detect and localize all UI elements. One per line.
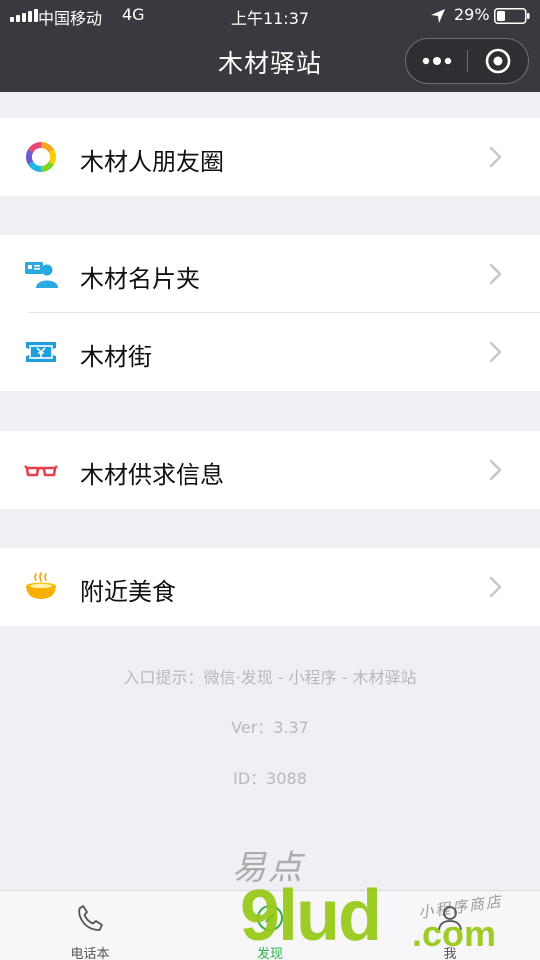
chevron-right-icon	[489, 263, 502, 285]
watermark-brand-cn: 易点	[232, 848, 304, 888]
chevron-right-icon	[489, 341, 502, 363]
tab-bar: 电话本 发现 我	[0, 890, 540, 960]
business-card-person-icon	[25, 262, 58, 288]
tab-discover[interactable]: 发现	[210, 891, 330, 960]
discover-compass-icon	[257, 905, 283, 931]
person-icon	[438, 906, 462, 931]
food-bowl-icon	[26, 572, 56, 599]
menu-item-label: 附近美食	[80, 578, 176, 606]
more-button[interactable]	[406, 39, 468, 83]
menu-item-label: 木材供求信息	[80, 461, 224, 489]
menu-item-supply-demand[interactable]: 木材供求信息	[0, 431, 540, 509]
close-button[interactable]	[468, 39, 528, 83]
more-dots-icon	[422, 57, 452, 65]
menu-item-label: 木材街	[80, 343, 152, 371]
glasses-icon	[24, 465, 58, 477]
version-text: Ver：3.37	[231, 718, 309, 737]
location-arrow-icon	[431, 9, 445, 23]
tab-me[interactable]: 我	[390, 891, 510, 960]
ticket-icon	[26, 342, 56, 362]
menu-item-card-holder[interactable]: 木材名片夹	[0, 235, 540, 313]
battery-icon	[494, 8, 530, 24]
battery-percentage: 29%	[454, 5, 490, 24]
chevron-right-icon	[489, 576, 502, 598]
chevron-right-icon	[489, 459, 502, 481]
mini-program-capsule	[405, 38, 529, 84]
status-bar: 中国移动 4G 上午11:37 29%	[0, 0, 540, 30]
tab-label: 电话本	[70, 947, 110, 960]
menu-item-timber-street[interactable]: 木材街	[0, 313, 540, 391]
phone-icon	[78, 905, 103, 931]
menu-item-label: 木材名片夹	[80, 265, 200, 293]
tab-label: 发现	[256, 947, 283, 960]
id-text: ID：3088	[233, 769, 307, 788]
tab-label: 我	[443, 947, 457, 960]
chevron-right-icon	[489, 146, 502, 168]
navigation-bar: 木材驿站	[0, 30, 540, 92]
menu-item-nearby-food[interactable]: 附近美食	[0, 548, 540, 626]
tab-phonebook[interactable]: 电话本	[30, 891, 150, 960]
menu-item-label: 木材人朋友圈	[80, 148, 224, 176]
menu-item-moments[interactable]: 木材人朋友圈	[0, 118, 540, 196]
entry-hint: 入口提示：微信·发现 - 小程序 - 木材驿站	[123, 668, 417, 687]
target-close-icon	[485, 48, 511, 74]
ring-icon	[26, 141, 56, 173]
